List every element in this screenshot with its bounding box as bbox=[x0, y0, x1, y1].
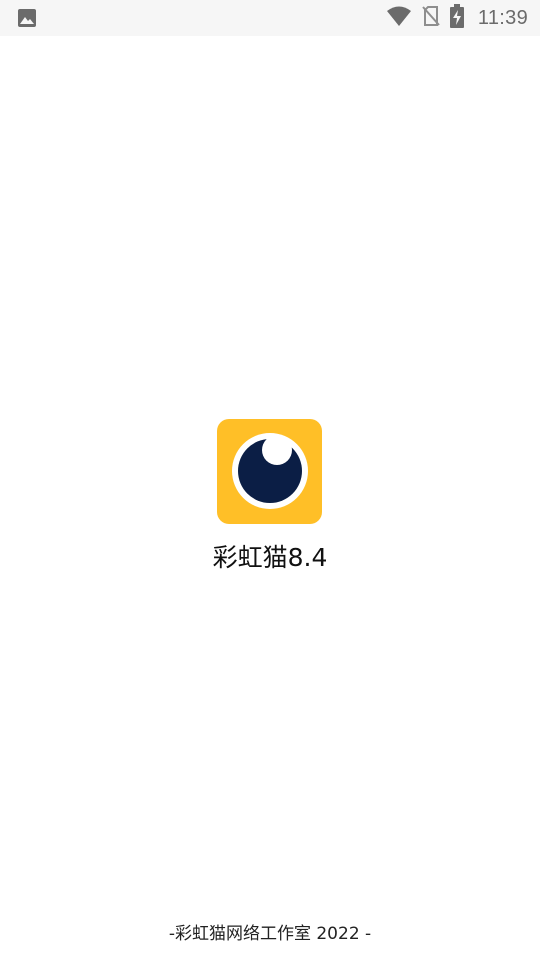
footer-copyright: -彩虹猫网络工作室 2022 - bbox=[168, 924, 372, 944]
app-logo bbox=[217, 419, 322, 524]
app-name: 彩虹猫8.4 bbox=[212, 543, 328, 572]
splash-screen: 彩虹猫8.4 -彩虹猫网络工作室 2022 - bbox=[0, 0, 540, 960]
eye-logo-icon bbox=[217, 419, 322, 524]
